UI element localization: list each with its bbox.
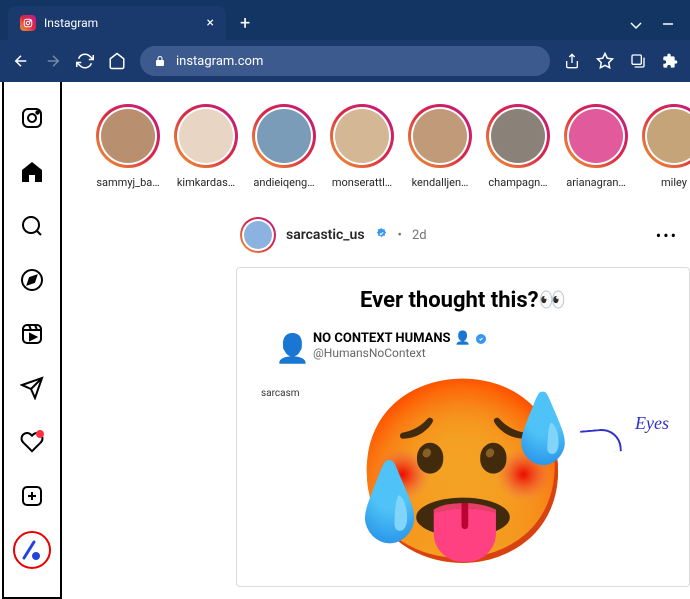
browser-tab[interactable]: Instagram × (8, 6, 226, 40)
story-username: champagn… (488, 176, 547, 189)
post-body-title: Ever thought this?👀 (257, 288, 669, 313)
content-area: sammyj_ba… kimkardas… andieiqeng… monseratt… (0, 82, 690, 599)
browser-toolbar: instagram.com (0, 40, 690, 82)
tweet-verified-icon (475, 333, 487, 345)
sidebar (2, 82, 62, 599)
tweet-avatar-icon: 👤 (275, 332, 303, 360)
nav-forward-icon (44, 52, 62, 70)
tweet-handle: @HumansNoContext (313, 346, 487, 360)
annotation-arrow-icon (580, 427, 622, 454)
url-text: instagram.com (176, 54, 536, 69)
post-username[interactable]: sarcastic_us (286, 227, 365, 243)
sidebar-messages[interactable] (10, 366, 54, 410)
stories-tray[interactable]: sammyj_ba… kimkardas… andieiqeng… monseratt… (64, 98, 690, 209)
story-item[interactable]: andieiqeng… (252, 104, 316, 189)
feed[interactable]: sammyj_ba… kimkardas… andieiqeng… monseratt… (64, 82, 690, 599)
story-username: andieiqeng… (253, 176, 314, 189)
tweet-header: 👤 NO CONTEXT HUMANS 👤 @HumansNoContext (257, 331, 669, 360)
post-image: 🥵 Eyes (257, 383, 669, 563)
lock-icon (154, 52, 166, 71)
tab-title: Instagram (44, 16, 199, 30)
post: sarcastic_us • 2d ••• Ever thought this?… (236, 209, 690, 587)
annotation-eyes: Eyes (635, 413, 669, 434)
sidebar-extension-highlighted[interactable] (10, 528, 54, 572)
sidebar-search[interactable] (10, 204, 54, 248)
story-item[interactable]: monserattl… (330, 104, 394, 189)
tweet-username: NO CONTEXT HUMANS 👤 (313, 331, 487, 346)
share-icon[interactable] (564, 53, 580, 69)
story-item[interactable]: sammyj_ba… (96, 104, 160, 189)
story-username: kimkardas… (177, 176, 235, 189)
window-chevron-icon[interactable] (630, 15, 642, 34)
sidebar-explore[interactable] (10, 258, 54, 302)
tab-close-icon[interactable]: × (207, 15, 214, 31)
story-username: miley (661, 176, 687, 189)
post-more-icon[interactable]: ••• (656, 226, 686, 245)
story-item[interactable]: arianagran… (564, 104, 628, 189)
extensions-icon[interactable] (662, 53, 678, 69)
address-bar[interactable]: instagram.com (140, 46, 550, 76)
story-username: sammyj_ba… (96, 176, 159, 189)
browser-chrome: Instagram × + instagram.com (0, 0, 690, 82)
hot-face-emoji-icon: 🥵 (351, 367, 575, 578)
tab-bar: Instagram × + (0, 0, 690, 40)
bookmark-star-icon[interactable] (596, 52, 614, 70)
notification-dot-icon (36, 430, 44, 438)
highlight-circle-icon (13, 531, 51, 569)
nav-back-icon[interactable] (12, 52, 30, 70)
story-username: monserattl… (332, 176, 392, 189)
instagram-favicon-icon (20, 15, 36, 31)
sidebar-reels[interactable] (10, 312, 54, 356)
story-username: kendalljen… (412, 176, 469, 189)
story-username: arianagran… (566, 176, 626, 189)
collections-icon[interactable] (630, 53, 646, 69)
story-item[interactable]: kimkardas… (174, 104, 238, 189)
reload-icon[interactable] (76, 52, 94, 70)
post-avatar[interactable] (240, 217, 276, 253)
story-item[interactable]: miley (642, 104, 690, 189)
post-time: 2d (412, 228, 427, 243)
window-minimize-icon[interactable] (662, 15, 674, 34)
sidebar-notifications[interactable] (10, 420, 54, 464)
sidebar-home[interactable] (10, 150, 54, 194)
post-header: sarcastic_us • 2d ••• (236, 209, 690, 267)
sidebar-logo[interactable] (10, 96, 54, 140)
tweet-emoji-icon: 👤 (455, 331, 471, 346)
story-item[interactable]: champagn… (486, 104, 550, 189)
story-item[interactable]: kendalljen… (408, 104, 472, 189)
home-icon[interactable] (108, 52, 126, 70)
post-body: Ever thought this?👀 👤 NO CONTEXT HUMANS … (236, 267, 690, 587)
new-tab-button[interactable]: + (226, 6, 264, 40)
sidebar-create[interactable] (10, 474, 54, 518)
post-time-sep: • (398, 228, 402, 243)
verified-badge-icon (375, 227, 388, 244)
